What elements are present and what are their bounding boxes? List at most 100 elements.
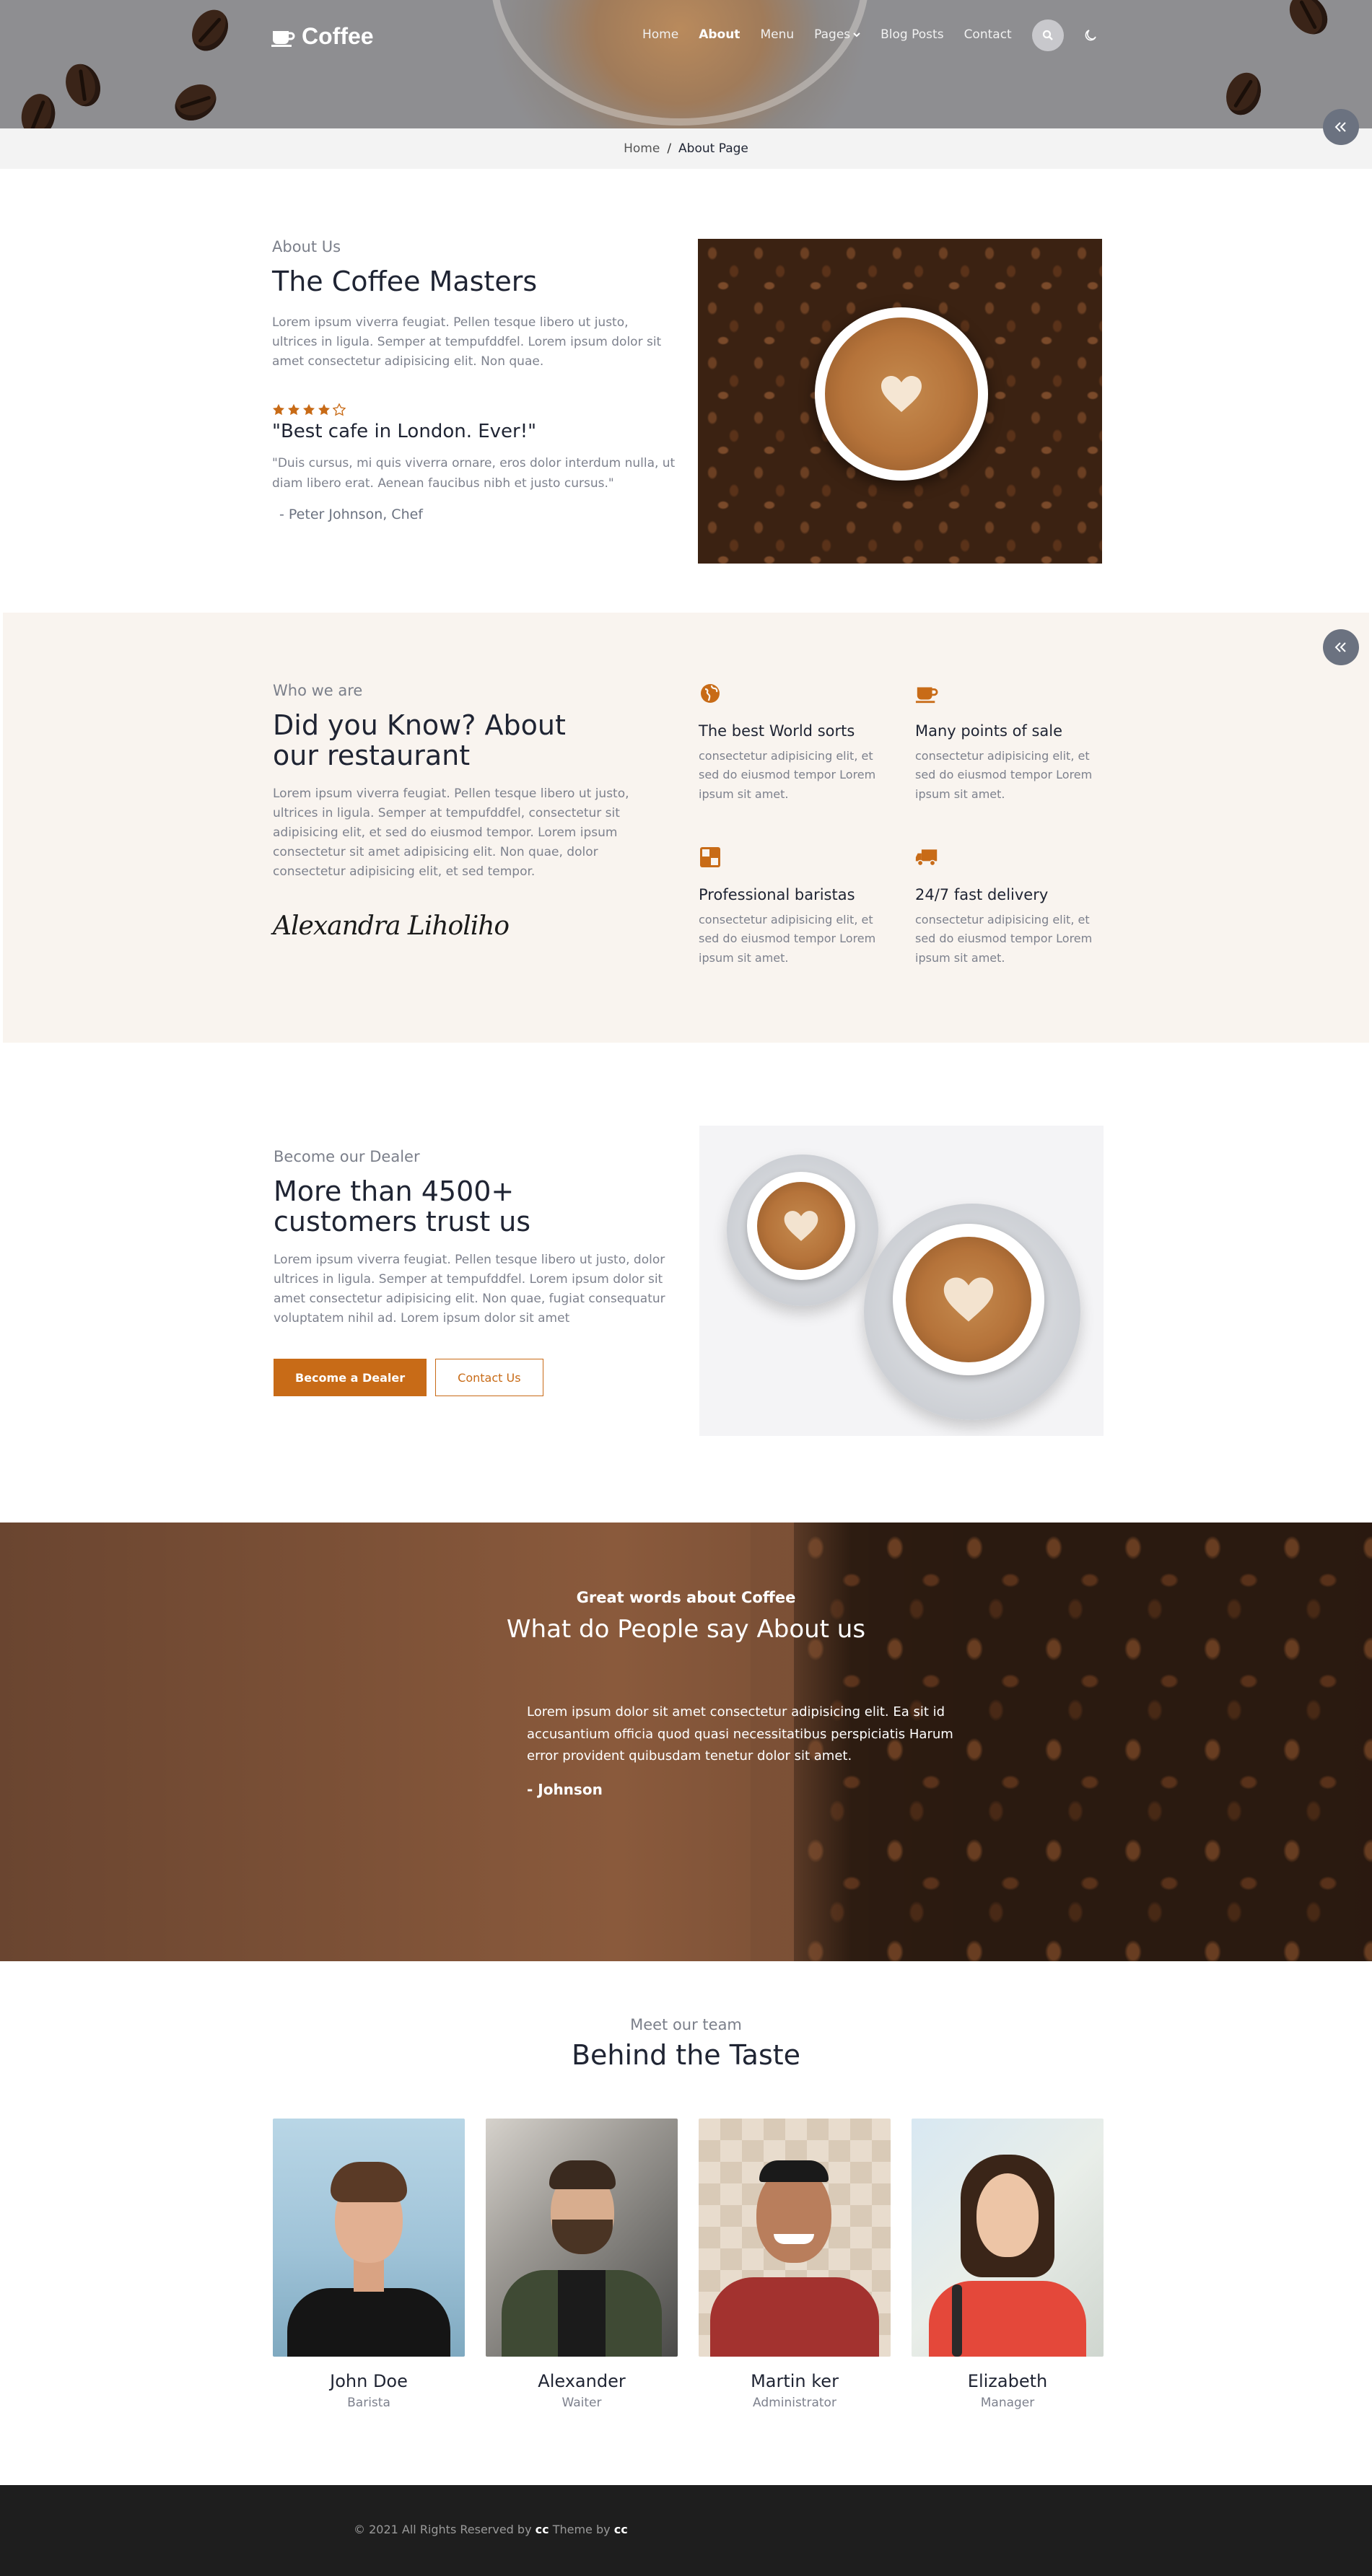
- about-quote: "Best cafe in London. Ever!": [272, 421, 537, 443]
- feature-text: consectetur adipisicing elit, et sed do …: [699, 749, 876, 801]
- coffee-bean-decoration: [168, 77, 223, 128]
- avatar: [486, 2119, 678, 2357]
- member-name: Martin ker: [751, 2371, 839, 2391]
- star-filled-icon: [302, 404, 315, 416]
- sidebar-toggle-button[interactable]: [1323, 629, 1359, 665]
- feature-text: consectetur adipisicing elit, et sed do …: [915, 913, 1093, 965]
- feature-points-of-sale: Many points of sale consectetur adipisic…: [915, 682, 1103, 804]
- avatar-shirt: [558, 2270, 606, 2357]
- feature-text: consectetur adipisicing elit, et sed do …: [915, 749, 1093, 801]
- nav-about[interactable]: About: [699, 27, 740, 42]
- sidebar-toggle-button[interactable]: [1323, 109, 1359, 145]
- avatar-head: [976, 2173, 1039, 2257]
- coffee-bean-decoration: [1282, 0, 1335, 42]
- double-chevron-left-icon: [1334, 642, 1346, 652]
- nav-home[interactable]: Home: [642, 27, 678, 42]
- about-author: - Peter Johnson, Chef: [279, 506, 423, 522]
- avatar: [912, 2119, 1104, 2357]
- become-dealer-button[interactable]: Become a Dealer: [274, 1359, 427, 1397]
- member-role: Waiter: [562, 2396, 602, 2410]
- star-filled-icon: [318, 404, 331, 416]
- saucer-small: [727, 1155, 878, 1306]
- team-title: Behind the Taste: [571, 2039, 801, 2071]
- about-title: The Coffee Masters: [272, 266, 538, 297]
- nav-pages[interactable]: Pages: [814, 27, 860, 42]
- who-subtitle: Who we are: [273, 682, 363, 699]
- feature-title: Many points of sale: [915, 722, 1063, 740]
- testimonial-text: Lorem ipsum dolor sit amet consectetur a…: [527, 1704, 953, 1764]
- team-subtitle: Meet our team: [630, 2016, 742, 2033]
- breadcrumb-current: About Page: [678, 141, 748, 156]
- signature: Alexandra Liholiho: [273, 911, 510, 941]
- coffee-bean-decoration: [185, 3, 235, 58]
- avatar-torso: [287, 2288, 450, 2357]
- star-empty-icon: [333, 403, 346, 416]
- chevron-down-icon: [853, 32, 860, 38]
- latte-art-heart: [881, 376, 922, 412]
- search-icon: [1042, 30, 1053, 40]
- latte-art-large: [943, 1277, 994, 1322]
- coffee-bean-decoration: [18, 91, 58, 128]
- feature-title: 24/7 fast delivery: [915, 886, 1049, 903]
- member-role: Manager: [980, 2396, 1035, 2410]
- coffee-cup-icon: [915, 682, 938, 705]
- testimonial-section: Great words about Coffee What do People …: [0, 1523, 1372, 1961]
- avatar-beard: [552, 2220, 613, 2254]
- hero-banner: Coffee Home About Menu Pages Blog Posts …: [0, 0, 1372, 128]
- copyright-prefix: © 2021 All Rights Reserved by: [354, 2523, 532, 2536]
- contact-us-button[interactable]: Contact Us: [435, 1359, 543, 1397]
- member-name: Elizabeth: [967, 2371, 1048, 2391]
- team-member-card[interactable]: John Doe Barista: [273, 2119, 465, 2410]
- member-role: Administrator: [753, 2396, 836, 2410]
- about-text: Lorem ipsum viverra feugiat. Pellen tesq…: [272, 315, 662, 369]
- team-member-card[interactable]: Elizabeth Manager: [912, 2119, 1104, 2410]
- two-coffee-cups-image: [699, 1126, 1104, 1436]
- logo[interactable]: Coffee: [271, 23, 374, 50]
- feature-delivery: 24/7 fast delivery consectetur adipisici…: [915, 846, 1103, 968]
- feature-title: Professional baristas: [699, 886, 855, 903]
- who-we-are-section: Who we are Did you Know? About our resta…: [3, 613, 1369, 1043]
- truck-icon: [915, 846, 938, 869]
- nav-blog-posts[interactable]: Blog Posts: [881, 27, 943, 42]
- about-quote-text: "Duis cursus, mi quis viverra ornare, er…: [272, 456, 676, 491]
- coffee-bean-decoration: [1220, 67, 1267, 121]
- testimonial-subtitle: Great words about Coffee: [576, 1589, 796, 1606]
- avatar-torso: [710, 2277, 879, 2357]
- latte-art-small: [784, 1211, 818, 1241]
- feature-title: The best World sorts: [699, 722, 855, 740]
- barista-icon: [699, 846, 722, 869]
- team-member-card[interactable]: Alexander Waiter: [486, 2119, 678, 2410]
- logo-text: Coffee: [302, 23, 374, 49]
- dark-mode-toggle[interactable]: [1081, 26, 1100, 45]
- member-name: Alexander: [538, 2371, 626, 2391]
- who-title: Did you Know? About our restaurant: [273, 709, 566, 771]
- team-member-card[interactable]: Martin ker Administrator: [699, 2119, 891, 2410]
- breadcrumb-home-link[interactable]: Home: [624, 141, 660, 156]
- footer-theme-link[interactable]: cc: [614, 2523, 628, 2536]
- coffee-small: [757, 1182, 845, 1270]
- coffee-cup-small: [747, 1172, 855, 1280]
- dealer-text: Lorem ipsum viverra feugiat. Pellen tesq…: [274, 1252, 665, 1326]
- search-button[interactable]: [1032, 19, 1064, 51]
- nav-menu[interactable]: Menu: [760, 27, 794, 42]
- nav-contact[interactable]: Contact: [964, 27, 1012, 42]
- breadcrumb-separator: /: [667, 141, 672, 156]
- star-filled-icon: [272, 404, 285, 416]
- testimonial-author: - Johnson: [527, 1781, 603, 1798]
- footer-brand-link[interactable]: cc: [536, 2523, 549, 2536]
- avatar-hair: [549, 2160, 616, 2189]
- breadcrumb: Home / About Page: [0, 128, 1372, 169]
- globe-icon: [699, 682, 722, 705]
- dealer-title: More than 4500+ customers trust us: [274, 1175, 531, 1237]
- star-filled-icon: [287, 404, 300, 416]
- team-section: Meet our team Behind the Taste John Doe …: [0, 1961, 1372, 2485]
- testimonial-title: What do People say About us: [506, 1615, 866, 1644]
- feature-world-sorts: The best World sorts consectetur adipisi…: [699, 682, 886, 804]
- footer: © 2021 All Rights Reserved by cc Theme b…: [0, 2485, 1372, 2576]
- feature-baristas: Professional baristas consectetur adipis…: [699, 846, 886, 968]
- saucer-large: [864, 1204, 1080, 1420]
- member-name: John Doe: [330, 2371, 408, 2391]
- coffee-bean-decoration: [60, 58, 106, 112]
- about-section: About Us The Coffee Masters Lorem ipsum …: [0, 169, 1372, 613]
- avatar: [273, 2119, 465, 2357]
